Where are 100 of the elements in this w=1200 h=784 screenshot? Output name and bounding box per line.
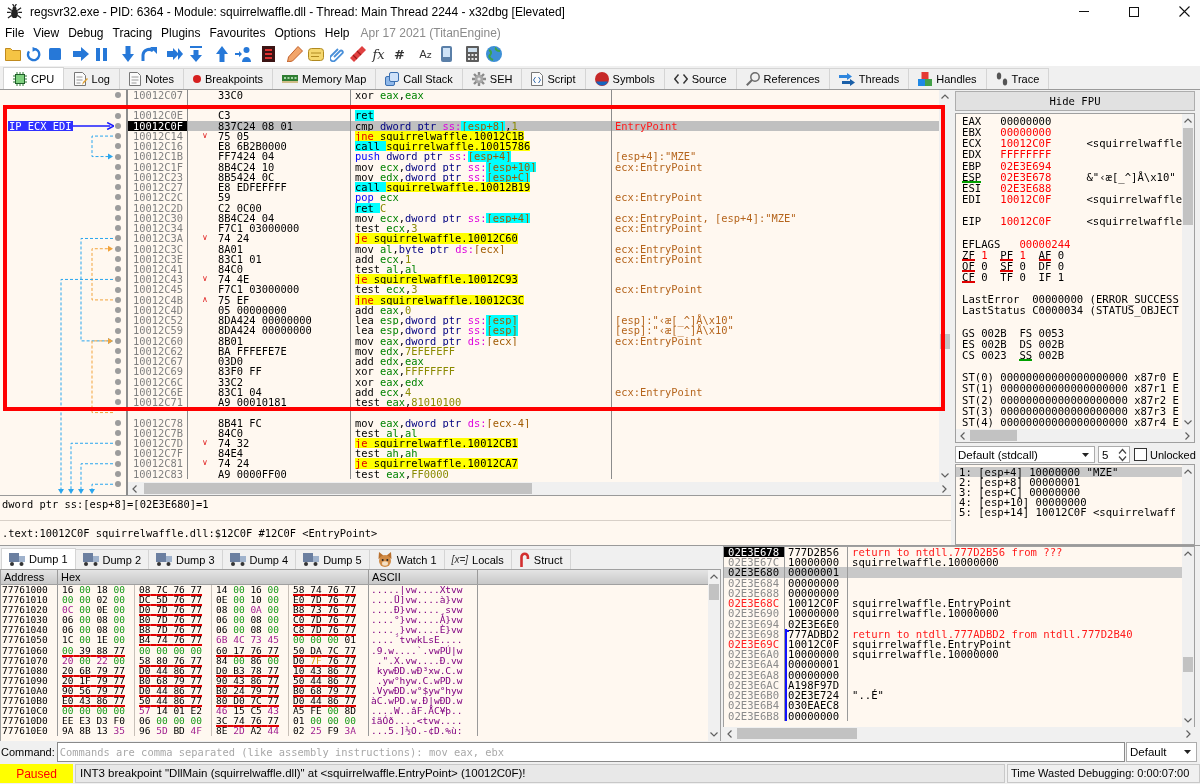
dot-icon[interactable] [115, 194, 121, 201]
scrollbar[interactable] [708, 570, 720, 741]
tab[interactable]: Handles [908, 68, 987, 89]
arrow-down-icon[interactable] [121, 46, 134, 62]
disassembly-row[interactable]: 10012C67 03D0 add edx,eax [128, 356, 939, 367]
chevron-up-icon[interactable] [1184, 469, 1192, 474]
chevron-up-icon[interactable] [710, 574, 718, 579]
menu-item[interactable]: View [33, 25, 60, 40]
argument-row[interactable]: 5: [esp+14] 10012C0F <squirrelwaff [956, 507, 1182, 517]
chevron-right-icon[interactable] [1185, 431, 1190, 440]
dot-icon[interactable] [115, 419, 121, 426]
tab[interactable]: Script [521, 68, 586, 89]
disassembly-row[interactable]: 10012C1F 8B4C24 10 mov ecx,dword ptr ss:[esp+10] ecx:EntryPoint [128, 161, 939, 172]
dot-icon[interactable] [115, 112, 121, 119]
register-value[interactable]: 00000000000000000000 [1000, 416, 1128, 428]
menu-item[interactable]: Options [274, 25, 316, 40]
phone-icon[interactable] [441, 46, 452, 62]
tab[interactable]: Struct [510, 549, 571, 569]
stack-row[interactable]: 02E3E690 10000000 squirrelwaffle.10000000 [724, 608, 1182, 619]
flag-value[interactable]: 002B [981, 327, 1020, 339]
dot-icon[interactable] [115, 92, 121, 99]
ribbon-icon[interactable] [349, 46, 366, 62]
disassembly-row[interactable]: 10012C43 ∨ 74 4E je squirrelwaffle.10012C93 [128, 274, 939, 285]
register-value[interactable]: 00000244 [1019, 238, 1071, 250]
stack-row[interactable]: 02E3E698 777ADBD2 return to ntdll.777ADBD2 from ntdll.777D2B40 [724, 628, 1182, 639]
disassembly-row[interactable]: 10012C7D ∨ 74 32 je squirrelwaffle.10012CB1 [128, 437, 939, 449]
dot-icon[interactable] [115, 184, 121, 191]
stack-row[interactable]: 02E3E68C 10012C0F squirrelwaffle.EntryPoint [724, 598, 1182, 609]
chevron-down-icon[interactable] [1184, 420, 1192, 425]
flag-value[interactable]: 0 [1057, 249, 1077, 261]
chevron-left-icon[interactable] [727, 729, 732, 738]
tab[interactable]: Symbols [584, 68, 665, 89]
toolbar-button[interactable]: fx [368, 44, 389, 64]
disassembly-row[interactable]: 10012C59 8DA424 00000000 lea esp,dword ptr ss:[esp] [esp]:"‹æ[_^]Å\x10" [128, 325, 939, 336]
stack-row[interactable]: 02E3E6B0 02E3E724 "..É" [724, 690, 1182, 701]
arrow-down-bar-icon[interactable] [189, 46, 202, 62]
dot-icon[interactable] [115, 245, 121, 252]
flag-value[interactable]: 1 [981, 249, 1001, 261]
dot-icon[interactable] [115, 122, 121, 129]
disassembly-row[interactable]: 10012C83 A9 0000FF00 test eax,FF0000 [128, 468, 939, 479]
column-header[interactable]: Address [1, 570, 58, 584]
note-icon[interactable] [307, 47, 324, 61]
tab[interactable]: Dump 2 [74, 549, 150, 569]
scrollbar-thumb[interactable] [737, 728, 857, 739]
folder-icon[interactable] [4, 47, 21, 61]
register-value[interactable]: 02E3E678 [1000, 171, 1052, 183]
flag-value[interactable]: 0 [1019, 260, 1039, 272]
chevron-up-icon[interactable] [1184, 118, 1192, 123]
register-value[interactable]: 00000000 [1000, 127, 1052, 139]
scrollbar[interactable] [1182, 547, 1194, 727]
menu-item[interactable]: Plugins [161, 25, 201, 40]
register-value[interactable]: 00000000000000000000 [1000, 383, 1128, 395]
dot-icon[interactable] [115, 358, 121, 365]
menu-item[interactable]: Tracing [112, 25, 153, 40]
dot-icon[interactable] [115, 174, 121, 180]
block-icon[interactable] [262, 46, 275, 62]
spin-arrows-icon[interactable] [1118, 447, 1127, 462]
dot-icon[interactable] [115, 337, 121, 344]
scrollbar-thumb[interactable] [1183, 657, 1193, 672]
register-value[interactable]: 10012C0F [1000, 138, 1052, 150]
dot-icon[interactable] [115, 388, 121, 395]
disassembly-row[interactable]: 10012C6E 83C1 04 add ecx,4 ecx:EntryPoint [128, 386, 939, 398]
menu-item[interactable]: Debug [68, 25, 104, 40]
chevron-down-icon[interactable] [710, 732, 718, 737]
chevron-left-icon[interactable] [132, 484, 137, 493]
tab[interactable]: Log [63, 68, 121, 89]
scrollbar[interactable] [1182, 465, 1194, 544]
argument-row[interactable]: 2: [esp+8] 00000001 [956, 477, 1182, 487]
dot-icon[interactable] [115, 133, 121, 140]
arrow-right-icon[interactable] [72, 47, 89, 61]
flag-value[interactable]: 0023 [981, 349, 1020, 362]
flag-value[interactable]: 1 [1057, 271, 1077, 284]
flag-value[interactable]: 0 [1057, 260, 1077, 272]
tab[interactable]: Threads [828, 68, 910, 89]
stack-row[interactable]: 02E3E6A8 00000000 [724, 669, 1182, 680]
scrollbar[interactable] [1182, 114, 1194, 429]
disassembly-row[interactable]: 10012C0F 837C24 08 01 cmp dword ptr ss:[esp+8],1 EntryPoint [128, 120, 939, 131]
register-value[interactable]: 10012C0F [1000, 216, 1052, 228]
disassembly-row[interactable]: 10012C2C 59 pop ecx ecx:EntryPoint [128, 192, 939, 203]
register-value[interactable]: 02E3E694 [1000, 160, 1052, 172]
dot-icon[interactable] [115, 378, 121, 385]
flag-value[interactable]: 002B [1038, 338, 1077, 350]
paperclip-icon[interactable] [329, 46, 344, 62]
chevron-up-icon[interactable] [1184, 551, 1192, 556]
dot-icon[interactable] [115, 153, 121, 160]
scrollbar-thumb[interactable] [1183, 128, 1193, 225]
disassembly-row[interactable]: 10012C3C 8A01 mov al,byte ptr ds:[ecx] ecx:EntryPoint [128, 243, 939, 254]
maximize-icon[interactable] [1129, 6, 1139, 17]
menu-item[interactable]: File [5, 25, 25, 40]
register-value[interactable]: 00000000000000000000 [1000, 394, 1128, 406]
pause-icon[interactable] [96, 47, 107, 61]
flag-value[interactable]: 0053 [1038, 327, 1077, 339]
dot-icon[interactable] [115, 225, 121, 232]
dot-icon[interactable] [115, 204, 121, 211]
disassembly-row[interactable]: 10012C71 A9 00010181 test eax,81010100 [128, 397, 939, 408]
checkbox[interactable] [1134, 448, 1147, 461]
arrow-up-icon[interactable] [215, 46, 228, 62]
disassembly-row[interactable]: 10012C1B FF7424 04 push dword ptr ss:[esp+4] [esp+4]:"MZE" [128, 151, 939, 162]
argument-count-field[interactable]: 5 [1098, 446, 1130, 463]
stack-row[interactable]: 02E3E678 777D2B56 return to ntdll.777D2B56 from ??? [724, 547, 1182, 558]
